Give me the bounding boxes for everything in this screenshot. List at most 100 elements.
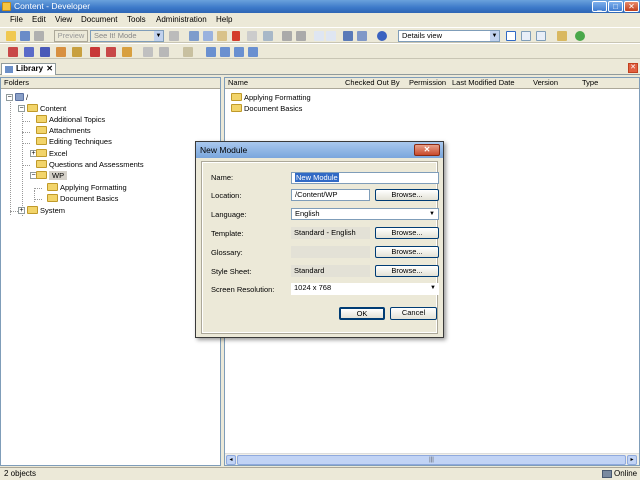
tree-node-label: Additional Topics xyxy=(49,115,106,124)
scroll-left-icon[interactable]: ◂ xyxy=(226,455,236,465)
spellcheck-icon[interactable] xyxy=(357,31,367,41)
folder-icon xyxy=(36,137,47,146)
tree-node-additional-topics[interactable]: Additional Topics xyxy=(36,114,105,125)
glossary-browse-button[interactable]: Browse... xyxy=(375,246,439,258)
mode-select[interactable]: See It! Mode ▼ xyxy=(90,30,164,42)
delete-icon[interactable] xyxy=(232,31,240,41)
tree-collapse-root[interactable]: − xyxy=(6,94,13,101)
menu-tools[interactable]: Tools xyxy=(127,15,146,25)
location-browse-button[interactable]: Browse... xyxy=(375,189,439,201)
web-page-icon[interactable] xyxy=(72,47,82,57)
new-section-icon[interactable] xyxy=(24,47,34,57)
open-icon[interactable] xyxy=(6,31,16,41)
dialog-close-button[interactable]: ✕ xyxy=(414,144,440,156)
paste-icon[interactable] xyxy=(217,31,227,41)
stylesheet-browse-button[interactable]: Browse... xyxy=(375,265,439,277)
toolbar-main: Preview See It! Mode ▼ Details view ▼ xyxy=(0,27,640,43)
tree-node-system[interactable]: System xyxy=(27,205,65,216)
tree-node-questions-assessments[interactable]: Questions and Assessments xyxy=(36,159,144,170)
new-topic-icon[interactable] xyxy=(40,47,50,57)
maximize-button[interactable]: □ xyxy=(608,1,623,12)
get-latest-icon[interactable] xyxy=(234,47,244,57)
template-field: Standard - English xyxy=(291,227,370,239)
name-field[interactable]: New Module xyxy=(291,172,439,184)
undo-icon[interactable] xyxy=(282,31,292,41)
tree-node-wp[interactable]: WP xyxy=(36,170,68,181)
tree-node-document-basics[interactable]: Document Basics xyxy=(47,193,118,204)
column-type[interactable]: Type xyxy=(582,78,598,88)
check-in-icon[interactable] xyxy=(206,47,216,57)
check-out-icon[interactable] xyxy=(220,47,230,57)
new-module-icon[interactable] xyxy=(8,47,18,57)
template-browse-button[interactable]: Browse... xyxy=(375,227,439,239)
expand-icon[interactable] xyxy=(326,31,336,41)
cancel-button[interactable]: Cancel xyxy=(390,307,437,320)
record-icon[interactable] xyxy=(56,47,66,57)
folder-icon xyxy=(36,126,47,135)
horizontal-scrollbar[interactable]: ◂ ||| ▸ xyxy=(225,453,639,465)
print-icon[interactable] xyxy=(34,31,44,41)
tree-node-editing-techniques[interactable]: Editing Techniques xyxy=(36,136,112,147)
refresh-icon[interactable] xyxy=(575,31,585,41)
details-view-icon[interactable] xyxy=(506,31,516,41)
preview-button[interactable]: Preview xyxy=(54,30,88,42)
location-field[interactable]: /Content/WP xyxy=(291,189,370,201)
list-item[interactable]: Applying Formatting xyxy=(231,92,311,103)
resolution-select[interactable]: 1024 x 768 ▼ xyxy=(291,283,439,295)
menu-help[interactable]: Help xyxy=(216,15,232,25)
tab-close-icon[interactable]: ✕ xyxy=(46,64,53,74)
scrollbar-thumb[interactable]: ||| xyxy=(237,455,626,465)
package-icon[interactable] xyxy=(90,47,100,57)
language-label: Language: xyxy=(211,210,247,219)
column-permission[interactable]: Permission xyxy=(409,78,446,88)
workflow-icon[interactable] xyxy=(557,31,567,41)
menu-document[interactable]: Document xyxy=(81,15,117,25)
scroll-right-icon[interactable]: ▸ xyxy=(627,455,637,465)
pane-view-icon[interactable] xyxy=(536,31,546,41)
cut-icon[interactable] xyxy=(189,31,199,41)
language-select-value: English xyxy=(295,209,320,218)
menu-view[interactable]: View xyxy=(55,15,72,25)
menu-administration[interactable]: Administration xyxy=(156,15,207,25)
menu-file[interactable]: File xyxy=(10,15,23,25)
tab-library[interactable]: Library ✕ xyxy=(1,63,56,75)
list-header: Name Checked Out By Permission Last Modi… xyxy=(225,78,639,89)
tree-node-attachments[interactable]: Attachments xyxy=(36,125,91,136)
split-view-icon[interactable] xyxy=(521,31,531,41)
folder-icon xyxy=(27,206,38,215)
publish-icon[interactable] xyxy=(169,31,179,41)
glossary-icon[interactable] xyxy=(106,47,116,57)
tree-node-applying-formatting[interactable]: Applying Formatting xyxy=(47,182,127,193)
list-item[interactable]: Document Basics xyxy=(231,103,302,114)
link-icon[interactable] xyxy=(143,47,153,57)
help-icon[interactable] xyxy=(377,31,387,41)
close-icon[interactable]: ✕ xyxy=(628,63,638,73)
tree-collapse-content[interactable]: − xyxy=(18,105,25,112)
window-close-button[interactable]: ✕ xyxy=(624,1,639,12)
chevron-down-icon: ▼ xyxy=(430,285,436,291)
column-last-modified[interactable]: Last Modified Date xyxy=(452,78,515,88)
column-version[interactable]: Version xyxy=(533,78,558,88)
language-select[interactable]: English ▼ xyxy=(291,208,439,220)
menu-edit[interactable]: Edit xyxy=(32,15,46,25)
redo-icon[interactable] xyxy=(296,31,306,41)
properties-icon[interactable] xyxy=(247,31,257,41)
find-icon[interactable] xyxy=(263,31,273,41)
tree-node-excel[interactable]: Excel xyxy=(36,148,67,159)
copy-icon[interactable] xyxy=(203,31,213,41)
edit-icon[interactable] xyxy=(183,47,193,57)
tree-node-content[interactable]: Content xyxy=(27,103,66,114)
column-name[interactable]: Name xyxy=(228,78,248,88)
save-icon[interactable] xyxy=(20,31,30,41)
history-icon[interactable] xyxy=(248,47,258,57)
unlink-icon[interactable] xyxy=(159,47,169,57)
binoculars-icon[interactable] xyxy=(343,31,353,41)
view-select[interactable]: Details view ▼ xyxy=(398,30,500,42)
tree-node-root[interactable]: / xyxy=(15,92,28,103)
tree-expand-system[interactable]: + xyxy=(18,207,25,214)
ok-button[interactable]: OK xyxy=(339,307,385,320)
role-icon[interactable] xyxy=(122,47,132,57)
column-checked-out-by[interactable]: Checked Out By xyxy=(345,78,400,88)
collapse-icon[interactable] xyxy=(314,31,324,41)
minimize-button[interactable]: _ xyxy=(592,1,607,12)
